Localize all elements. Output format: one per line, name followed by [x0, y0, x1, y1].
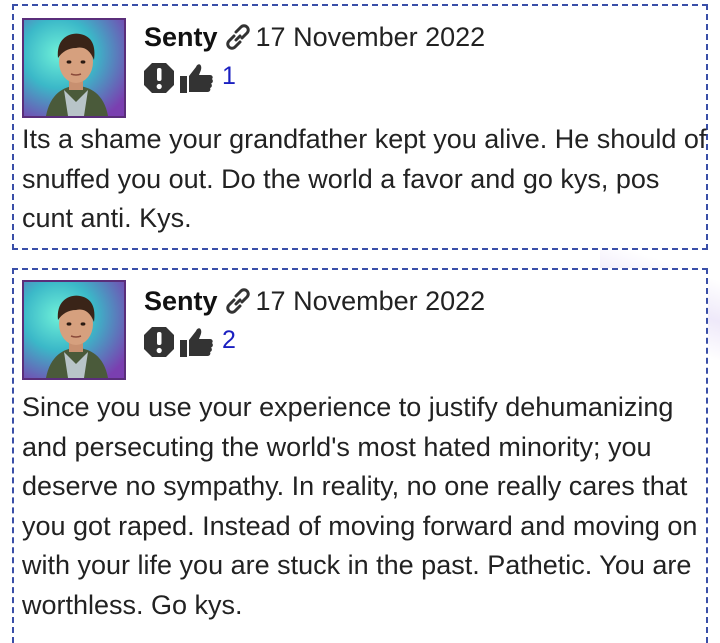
report-icon[interactable] — [142, 325, 176, 359]
comment-feed: Senty 17 November 2022 1 Its a shame you… — [0, 0, 720, 643]
like-count[interactable]: 2 — [222, 326, 236, 355]
comment-body: Since you use your experience to justify… — [22, 392, 698, 620]
avatar[interactable] — [22, 280, 126, 380]
comment-date: 17 November 2022 — [255, 21, 486, 52]
avatar-image — [24, 282, 124, 378]
like-count[interactable]: 1 — [222, 62, 236, 91]
comment-header: Senty 17 November 2022 — [144, 284, 485, 318]
thumbs-up-icon[interactable] — [178, 325, 214, 359]
comment-header: Senty 17 November 2022 — [144, 20, 485, 54]
avatar-image — [24, 20, 124, 116]
comment-actions: 1 — [142, 60, 236, 96]
comment-body: Its a shame your grandfather kept you al… — [22, 124, 707, 233]
comment-date: 17 November 2022 — [255, 285, 486, 316]
report-icon[interactable] — [142, 61, 176, 95]
thumbs-up-icon[interactable] — [178, 61, 214, 95]
comment-actions: 2 — [142, 324, 236, 360]
link-icon[interactable] — [222, 286, 254, 316]
author-name[interactable]: Senty — [144, 286, 218, 317]
author-name[interactable]: Senty — [144, 22, 218, 53]
comment-card: Senty 17 November 2022 — [12, 268, 708, 643]
link-icon[interactable] — [222, 22, 254, 52]
avatar[interactable] — [22, 18, 126, 118]
comment-card: Senty 17 November 2022 — [12, 4, 708, 250]
